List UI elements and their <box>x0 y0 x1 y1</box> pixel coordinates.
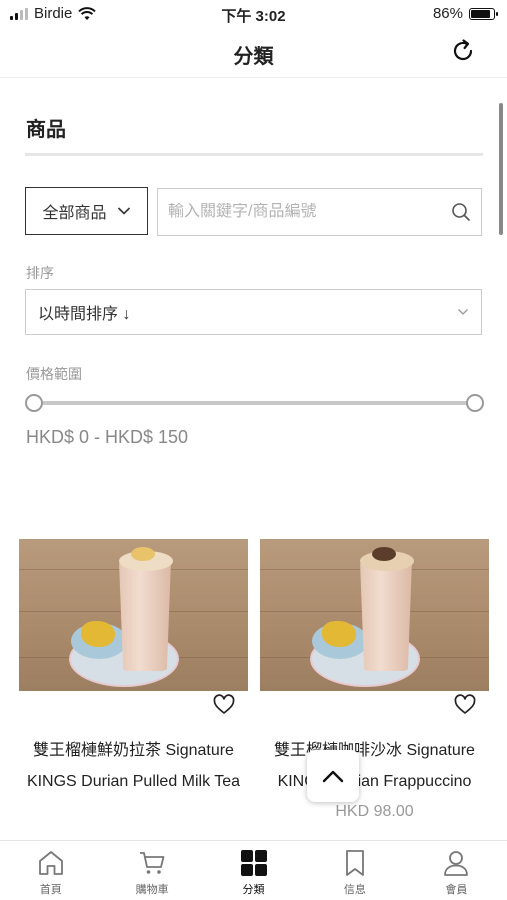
status-time: 下午 3:02 <box>221 8 286 25</box>
product-image[interactable] <box>260 539 489 691</box>
product-name[interactable]: 雙王榴槤咖啡沙冰 Signature KINGS Durian Frappucc… <box>260 735 489 797</box>
product-card[interactable]: 雙王榴槤鮮奶拉茶 Signature KINGS Durian Pulled M… <box>19 539 248 797</box>
cart-icon <box>140 852 165 874</box>
home-icon <box>38 851 63 875</box>
price-range-value: HKD$ 0 - HKD$ 150 <box>26 427 189 447</box>
user-icon <box>444 851 469 876</box>
search-input[interactable] <box>168 203 451 221</box>
page-title: 分類 <box>233 46 274 68</box>
tab-category[interactable]: 分類 <box>203 841 304 900</box>
product-name[interactable]: 雙王榴槤鮮奶拉茶 Signature KINGS Durian Pulled M… <box>19 735 248 797</box>
sort-label: 排序 <box>26 265 54 281</box>
product-image[interactable] <box>19 539 248 691</box>
battery-icon <box>469 7 498 20</box>
heart-icon[interactable] <box>453 693 477 717</box>
scroll-indicator[interactable] <box>499 103 503 235</box>
tab-label: 信息 <box>343 884 366 896</box>
status-right: 86% <box>432 5 498 22</box>
price-range-slider[interactable] <box>25 394 484 412</box>
sort-dropdown[interactable]: 以時間排序 ↓ <box>25 289 482 335</box>
status-bar: Birdie 下午 3:02 86% <box>0 0 507 28</box>
tab-label: 購物車 <box>135 884 169 896</box>
tab-label: 會員 <box>445 884 468 896</box>
tab-member[interactable]: 會員 <box>406 841 507 900</box>
tab-label: 分類 <box>242 884 265 896</box>
tab-label: 首頁 <box>39 884 62 896</box>
refresh-icon[interactable] <box>449 37 477 65</box>
chevron-down-icon <box>117 207 130 215</box>
section-title: 商品 <box>26 119 66 141</box>
category-dropdown[interactable]: 全部商品 <box>25 187 148 235</box>
slider-track <box>34 401 475 405</box>
tab-bar: 首頁 購物車 分類 信息 會員 <box>0 840 507 900</box>
heart-icon[interactable] <box>212 693 236 717</box>
price-range-label: 價格範圍 <box>26 366 82 382</box>
sort-dropdown-value: 以時間排序 ↓ <box>38 306 131 323</box>
tab-home[interactable]: 首頁 <box>0 841 101 900</box>
section-divider <box>25 153 483 156</box>
slider-thumb-max[interactable] <box>466 394 484 412</box>
tab-cart[interactable]: 購物車 <box>101 841 202 900</box>
search-icon[interactable] <box>451 202 471 222</box>
battery-percent: 86% <box>432 5 463 22</box>
scroll-top-button[interactable] <box>307 750 359 802</box>
bookmark-icon <box>346 850 364 876</box>
category-dropdown-value: 全部商品 <box>42 205 107 222</box>
product-price: HKD 98.00 <box>335 803 414 820</box>
tab-messages[interactable]: 信息 <box>304 841 405 900</box>
nav-bar: 分類 <box>0 28 507 78</box>
grid-icon <box>240 850 267 876</box>
product-card[interactable]: 雙王榴槤咖啡沙冰 Signature KINGS Durian Frappucc… <box>260 539 489 827</box>
slider-thumb-min[interactable] <box>25 394 43 412</box>
chevron-up-icon <box>322 770 344 783</box>
search-box[interactable] <box>157 188 482 236</box>
chevron-down-icon <box>458 309 468 315</box>
